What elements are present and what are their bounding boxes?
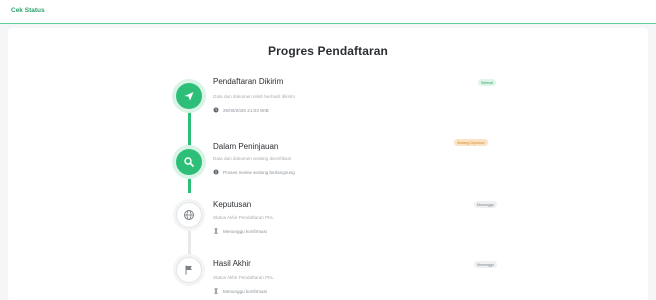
step-description: Status Akhir Pendaftaran PKL (213, 275, 274, 280)
step-meta: Proses review sedang berlangsung (213, 169, 295, 175)
step-description: Data dan dokumen telah berhasil dikirim (213, 94, 295, 99)
top-bar: Cek Status (0, 0, 656, 24)
info-icon (213, 169, 219, 175)
status-badge: Selesai (478, 79, 496, 86)
timeline-connector-pending (188, 228, 191, 258)
step-node-decision (176, 202, 202, 228)
step-title: Dalam Peninjauan (213, 142, 279, 151)
step-status-text: Proses review sedang berlangsung (223, 169, 295, 175)
status-badge: Menunggu (474, 261, 497, 268)
step-title: Hasil Akhir (213, 259, 251, 268)
hourglass-icon (214, 228, 218, 234)
step-description: Data dan dokumen sedang diverifikasi (213, 156, 291, 161)
step-title: Keputusan (213, 200, 252, 209)
step-meta: Menunggu konfirmasi (213, 288, 267, 294)
step-description: Status Akhir Pendaftaran PKL (213, 215, 274, 220)
flag-icon (185, 265, 192, 275)
step-node-final (176, 257, 202, 283)
send-icon (184, 92, 194, 101)
page-title: Progres Pendaftaran (268, 44, 388, 58)
page-header-title: Cek Status (11, 7, 45, 14)
clock-icon (213, 107, 219, 113)
step-node-sent (176, 83, 202, 109)
status-badge: Sedang Diproses (454, 139, 488, 146)
search-icon (184, 157, 194, 167)
hourglass-icon (214, 288, 218, 294)
step-status-text: Menunggu konfirmasi (223, 288, 267, 294)
step-title: Pendaftaran Dikirim (213, 77, 284, 86)
globe-icon (184, 210, 194, 220)
step-meta: Menunggu konfirmasi (213, 228, 267, 234)
step-meta: 26/06/2025 21:03 WIB (213, 107, 269, 113)
step-status-text: Menunggu konfirmasi (223, 228, 267, 234)
step-node-review (176, 149, 202, 175)
step-timestamp: 26/06/2025 21:03 WIB (223, 107, 269, 113)
status-badge: Menunggu (474, 201, 497, 208)
progress-card: Progres Pendaftaran Pendaftaran Dikirim … (8, 28, 648, 300)
